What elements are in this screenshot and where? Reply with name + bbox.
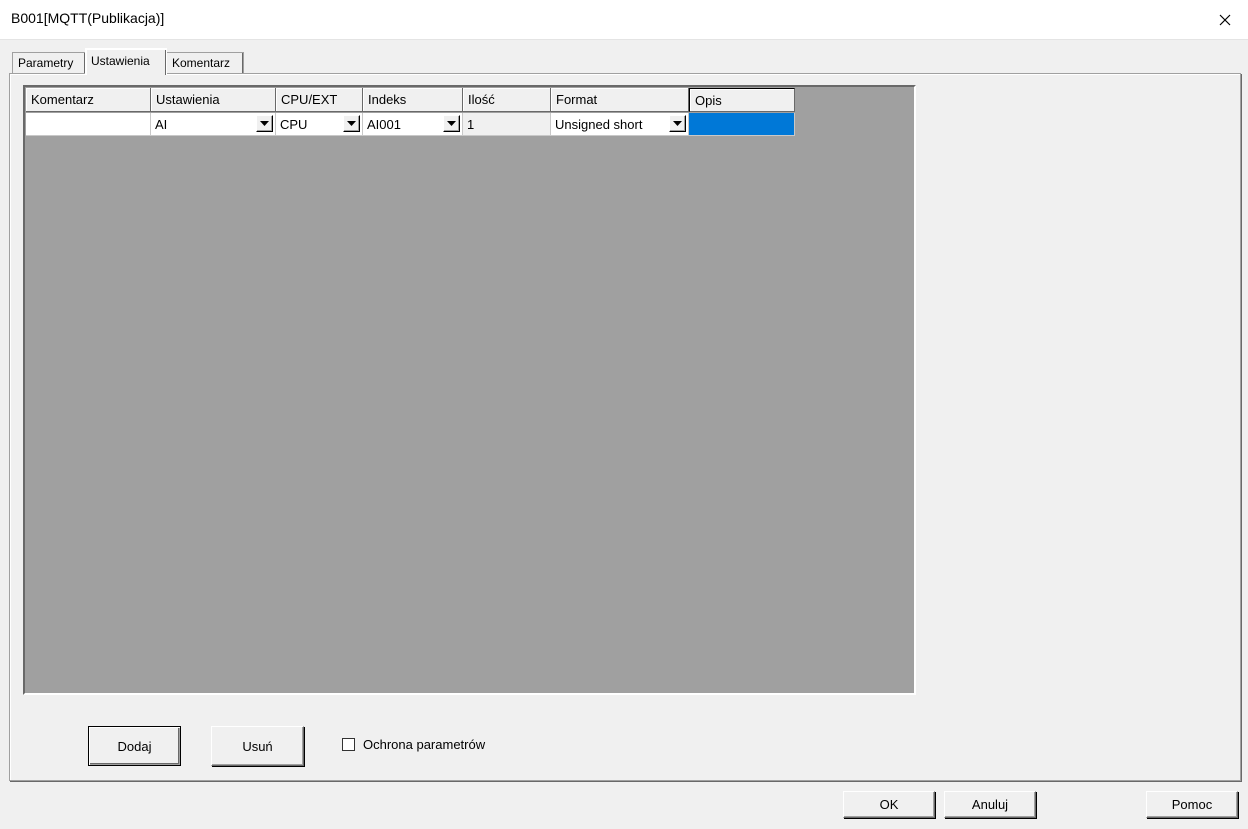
chevron-down-icon (673, 121, 682, 126)
cell-text: 1 (467, 117, 475, 132)
remove-button-label: Usuń (242, 738, 273, 754)
column-header-opis[interactable]: Opis (689, 88, 795, 112)
tab-komentarz[interactable]: Komentarz (166, 52, 244, 73)
add-button[interactable]: Dodaj (88, 726, 181, 766)
chevron-down-icon (260, 121, 269, 126)
grid-header: Komentarz Ustawienia CPU/EXT Indeks Iloś… (26, 88, 795, 112)
title-bar: B001[MQTT(Publikacja)] (0, 0, 1248, 40)
tab-ustawienia[interactable]: Ustawienia (85, 48, 167, 75)
column-header-format[interactable]: Format (551, 88, 689, 112)
tab-parametry[interactable]: Parametry (12, 52, 86, 73)
cancel-button-label: Anuluj (971, 797, 1009, 812)
cell-format-select[interactable]: Unsigned short (551, 113, 689, 136)
cancel-button[interactable]: Anuluj (944, 791, 1036, 818)
dropdown-button[interactable] (343, 115, 360, 132)
cell-text: AI (155, 117, 168, 132)
help-button[interactable]: Pomoc (1146, 791, 1238, 818)
cell-indeks-select[interactable]: AI001 (363, 113, 463, 136)
ok-button[interactable]: OK (843, 791, 935, 818)
cell-ilosc: 1 (463, 113, 551, 136)
column-header-indeks[interactable]: Indeks (363, 88, 463, 112)
close-button[interactable] (1202, 0, 1248, 39)
tab-label: Parametry (18, 56, 74, 70)
dropdown-button[interactable] (256, 115, 273, 132)
window-title: B001[MQTT(Publikacja)] (11, 10, 165, 26)
cell-ustawienia-select[interactable]: AI (151, 113, 276, 136)
table-row: AI CPU AI001 1 Unsigned short (26, 113, 795, 136)
cell-cpu-ext-select[interactable]: CPU (276, 113, 363, 136)
cell-text: Unsigned short (555, 117, 643, 132)
dropdown-button[interactable] (669, 115, 686, 132)
checkbox-box[interactable] (342, 738, 355, 751)
column-header-cpu-ext[interactable]: CPU/EXT (276, 88, 363, 112)
remove-button[interactable]: Usuń (211, 726, 304, 766)
settings-grid[interactable]: Komentarz Ustawienia CPU/EXT Indeks Iloś… (23, 85, 916, 695)
ok-button-label: OK (879, 797, 899, 812)
chevron-down-icon (347, 121, 356, 126)
add-button-label: Dodaj (117, 738, 152, 754)
dropdown-button[interactable] (443, 115, 460, 132)
close-icon (1219, 14, 1231, 25)
cell-opis[interactable] (689, 113, 795, 136)
cell-text: AI001 (367, 117, 401, 132)
tab-label: Ustawienia (91, 54, 150, 68)
protect-parameters-label: Ochrona parametrów (363, 737, 486, 752)
cell-komentarz[interactable] (26, 113, 151, 136)
column-header-ilosc[interactable]: Ilość (463, 88, 551, 112)
help-button-label: Pomoc (1171, 797, 1213, 812)
chevron-down-icon (447, 121, 456, 126)
cell-text: CPU (280, 117, 308, 132)
column-header-ustawienia[interactable]: Ustawienia (151, 88, 276, 112)
column-header-komentarz[interactable]: Komentarz (26, 88, 151, 112)
tab-label: Komentarz (172, 56, 231, 70)
protect-parameters-checkbox[interactable]: Ochrona parametrów (342, 737, 485, 752)
